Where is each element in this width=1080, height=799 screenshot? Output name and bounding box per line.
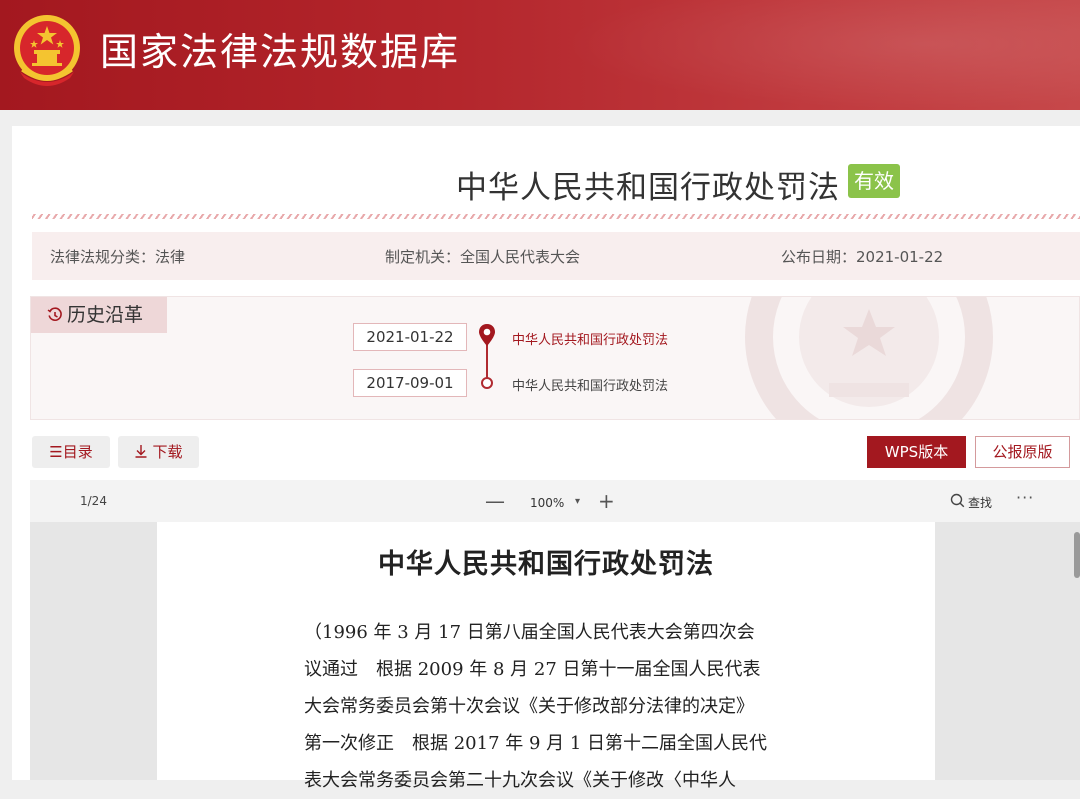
- history-clock-icon: [47, 307, 62, 322]
- download-icon: [135, 445, 147, 458]
- zoom-out-button[interactable]: —: [485, 489, 505, 513]
- more-options-icon[interactable]: ···: [1016, 488, 1034, 507]
- emblem-watermark-icon: [745, 297, 993, 419]
- law-authority: 制定机关：全国人民代表大会: [385, 248, 581, 266]
- history-date-1[interactable]: 2021-01-22: [353, 323, 467, 351]
- gazette-original-button[interactable]: 公报原版: [975, 436, 1070, 468]
- zoom-dropdown-icon[interactable]: ▾: [575, 496, 580, 507]
- history-entry-title-1[interactable]: 中华人民共和国行政处罚法: [512, 329, 668, 348]
- history-entry-title-2[interactable]: 中华人民共和国行政处罚法: [512, 375, 668, 394]
- law-info-bar: 法律法规分类：法律 制定机关：全国人民代表大会 公布日期：2021-01-22: [32, 232, 1080, 280]
- zoom-in-button[interactable]: +: [598, 489, 615, 513]
- toc-button[interactable]: ☰目录: [32, 436, 110, 468]
- document-line: 议通过 根据 2009 年 8 月 27 日第十一届全国人民代表: [304, 659, 761, 680]
- law-category: 法律法规分类：法律: [50, 248, 186, 266]
- document-title: 中华人民共和国行政处罚法: [378, 549, 714, 580]
- history-date-2[interactable]: 2017-09-01: [353, 369, 467, 397]
- document-viewer: 1/24 — 100% ▾ + 查找 ··· 中华人民共和国行政处罚法 （199…: [30, 480, 1080, 791]
- document-line: （1996 年 3 月 17 日第八届全国人民代表大会第四次会: [304, 622, 755, 643]
- decorative-divider: [32, 214, 1080, 219]
- list-icon: ☰: [49, 443, 63, 461]
- history-tab[interactable]: 历史沿革: [31, 297, 167, 333]
- download-button-label: 下载: [152, 443, 183, 461]
- status-badge: 有效: [848, 164, 900, 198]
- document-line: 大会常务委员会第十次会议《关于修改部分法律的决定》: [304, 696, 754, 717]
- document-page: 中华人民共和国行政处罚法 （1996 年 3 月 17 日第八届全国人民代表大会…: [157, 522, 935, 791]
- document-line: 表大会常务委员会第二十九次会议《关于修改〈中华人: [304, 770, 736, 791]
- viewer-scrollbar[interactable]: [1074, 532, 1080, 578]
- history-panel: 历史沿革 2021-01-22 2017-09-01 中华人民共和国行政处罚法 …: [30, 296, 1080, 420]
- national-emblem-icon[interactable]: [10, 12, 84, 90]
- site-header: 国家法律法规数据库: [0, 0, 1080, 110]
- document-line: 第一次修正 根据 2017 年 9 月 1 日第十二届全国人民代: [304, 733, 768, 754]
- document-body: （1996 年 3 月 17 日第八届全国人民代表大会第四次会 议通过 根据 2…: [304, 614, 804, 799]
- viewer-toolbar: 1/24 — 100% ▾ + 查找 ···: [30, 480, 1080, 522]
- law-detail-card: 中华人民共和国行政处罚法 有效 法律法规分类：法律 制定机关：全国人民代表大会 …: [12, 126, 1080, 791]
- find-button[interactable]: 查找: [968, 494, 992, 511]
- download-button[interactable]: 下载: [118, 436, 199, 468]
- wps-version-button[interactable]: WPS版本: [867, 436, 966, 468]
- law-publish-date: 公布日期：2021-01-22: [781, 248, 944, 266]
- history-tab-label: 历史沿革: [67, 304, 144, 326]
- timeline-dot-icon: [481, 377, 493, 389]
- law-title: 中华人民共和国行政处罚法: [456, 170, 840, 206]
- site-title[interactable]: 国家法律法规数据库: [100, 24, 460, 80]
- toc-button-label: 目录: [62, 443, 93, 461]
- timeline-pin-icon: [479, 324, 495, 346]
- zoom-level[interactable]: 100%: [530, 496, 564, 510]
- search-icon[interactable]: [950, 493, 965, 508]
- page-indicator: 1/24: [80, 494, 107, 508]
